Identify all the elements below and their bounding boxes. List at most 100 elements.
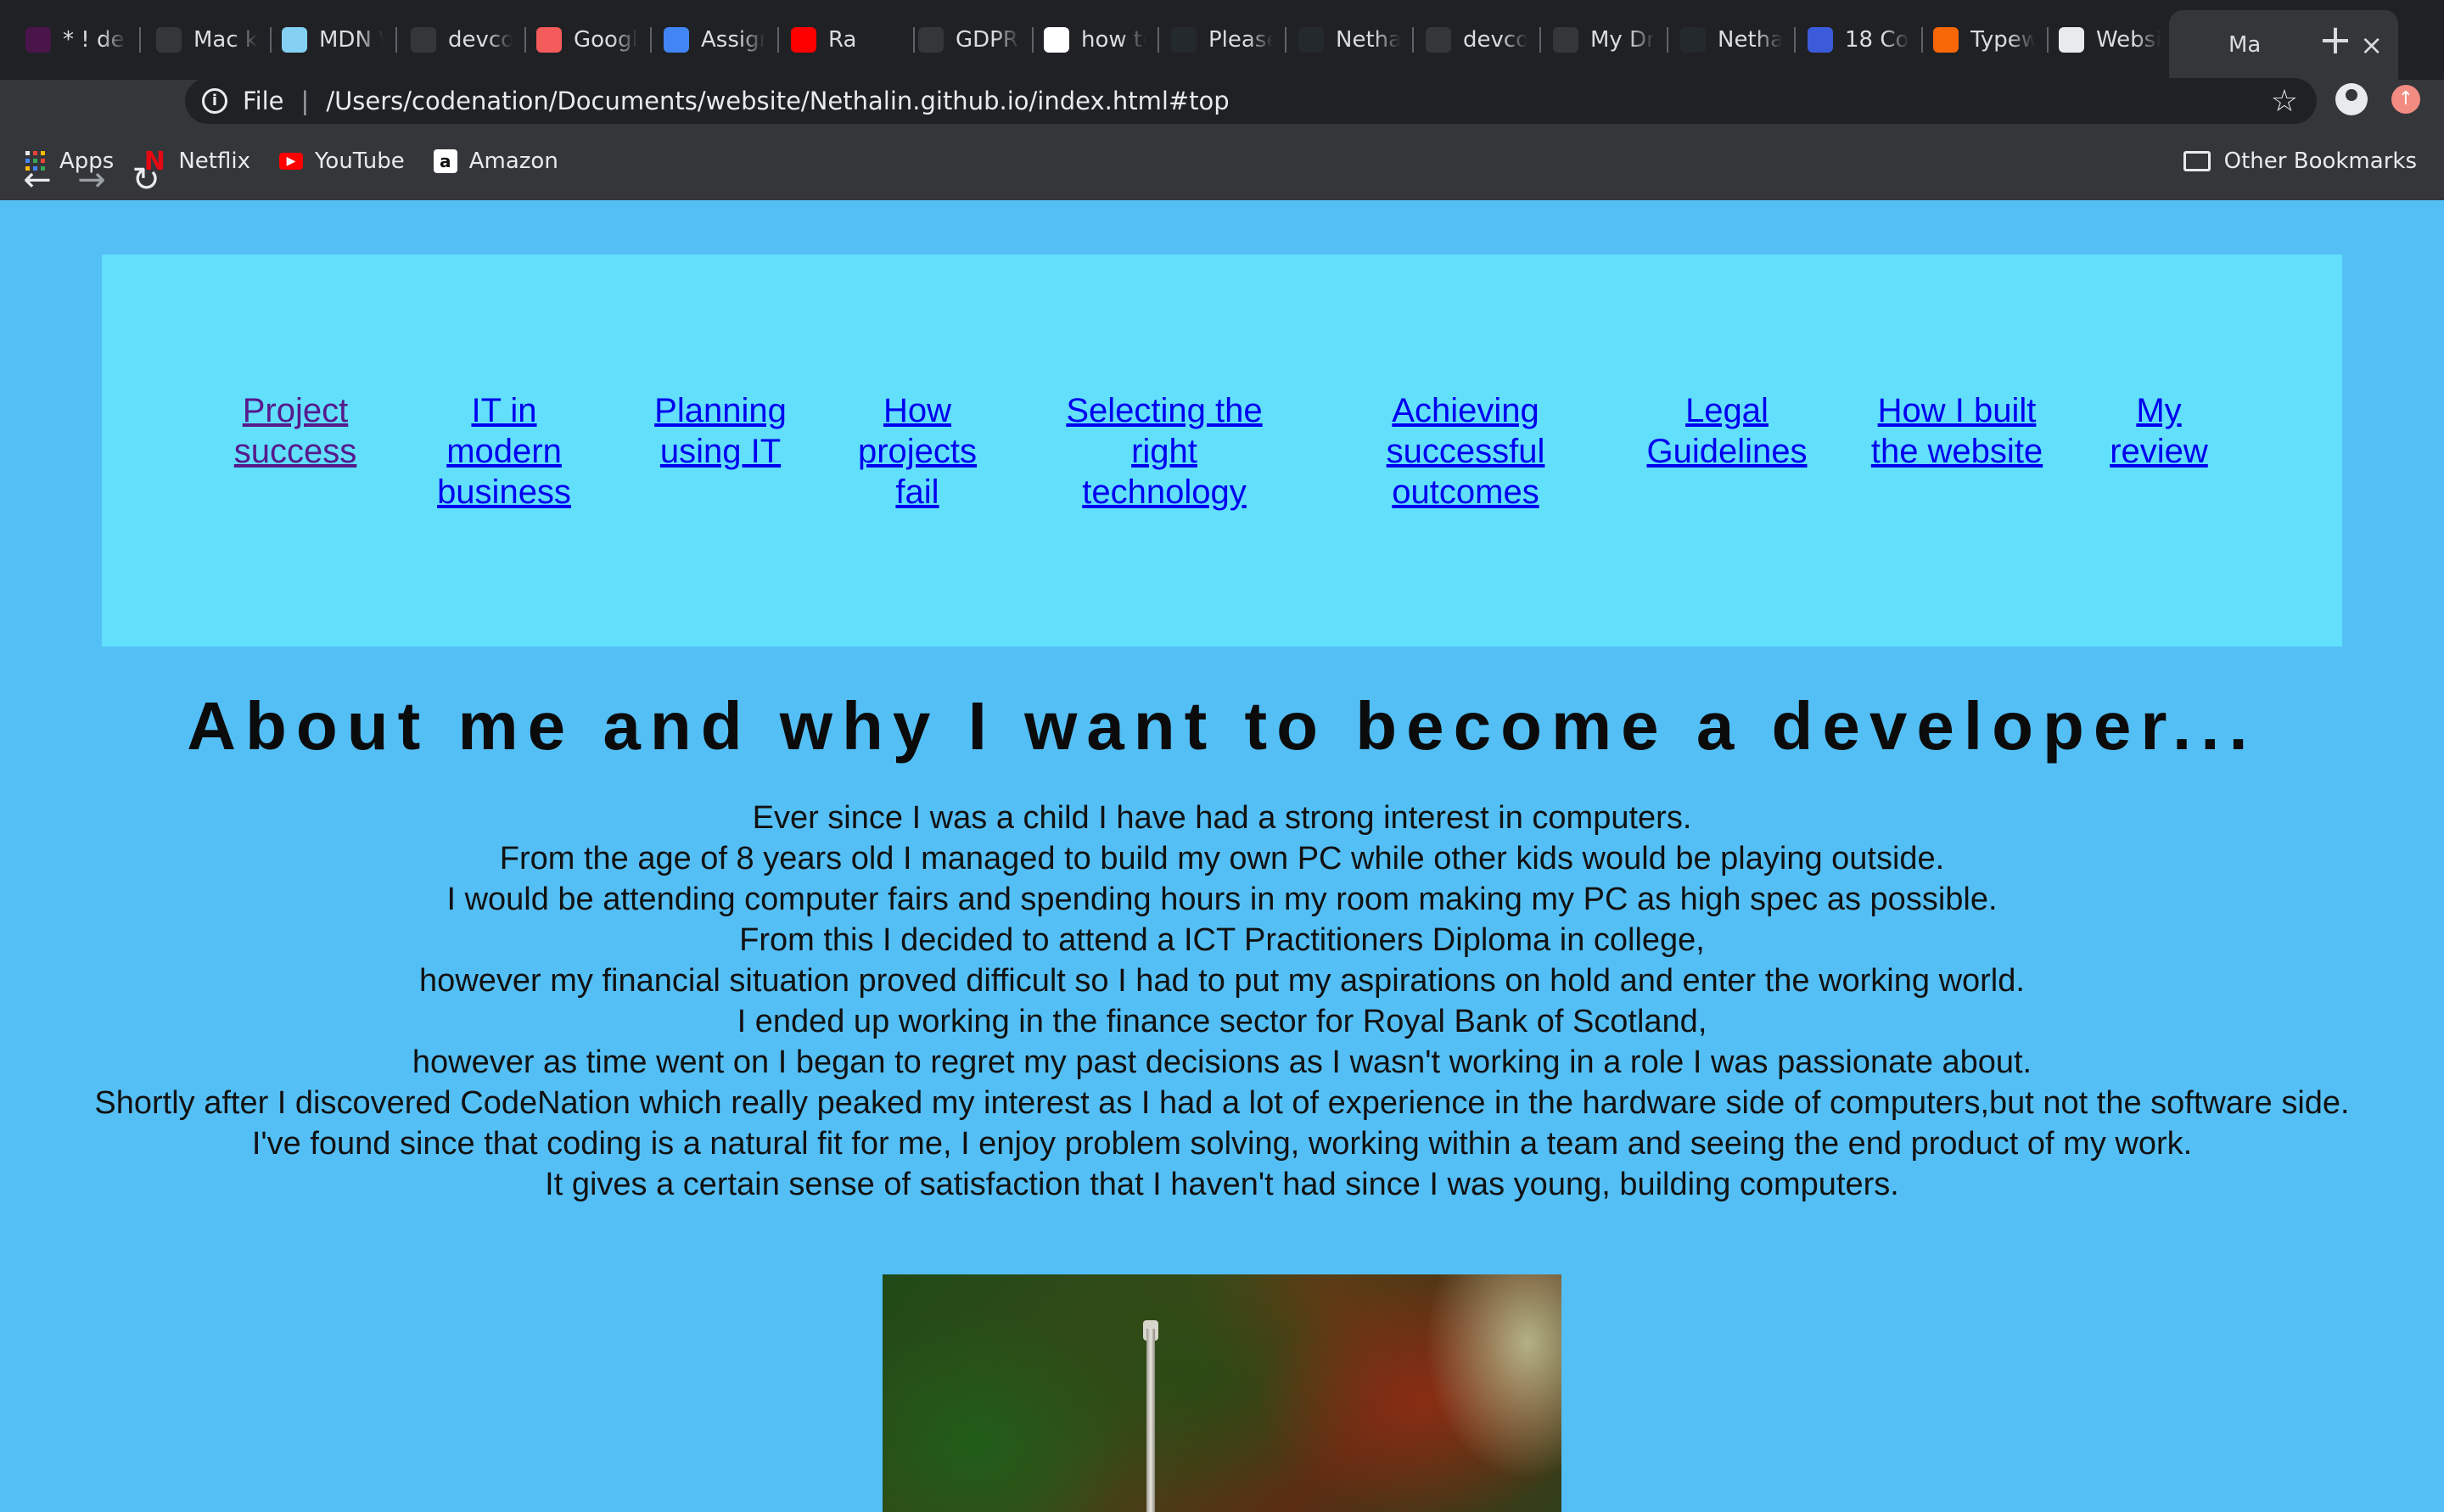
- bookmark-label: Amazon: [468, 148, 558, 174]
- drive-icon: [1553, 27, 1578, 53]
- tab-title: GDPR: [956, 27, 1018, 53]
- browser-tab[interactable]: Netha: [1680, 15, 1782, 64]
- tab-title: Assign: [701, 27, 765, 53]
- nav-link[interactable]: How projects fail: [790, 390, 1045, 512]
- nav-link[interactable]: Achieving successful outcomes: [1338, 390, 1593, 512]
- forms-icon: [536, 27, 562, 53]
- nav-link-line: fail: [895, 473, 939, 511]
- nav-link-line: review: [2110, 433, 2208, 470]
- profile-avatar-icon[interactable]: [2335, 83, 2368, 115]
- about-line: From the age of 8 years old I managed to…: [499, 841, 1945, 876]
- youtube-icon: [791, 27, 816, 53]
- browser-tab[interactable]: Mac k: [156, 15, 258, 64]
- address-bar[interactable]: i File | /Users/codenation/Documents/web…: [185, 78, 2317, 124]
- tiles-icon: [2059, 27, 2084, 53]
- about-line: It gives a certain sense of satisfaction…: [545, 1167, 1899, 1202]
- tab-separator: [2047, 27, 2049, 53]
- tab-title: Typew: [1970, 27, 2035, 53]
- amazon-icon: a: [433, 149, 457, 173]
- bookmark-label: Netflix: [178, 148, 250, 174]
- browser-tab[interactable]: MDN W: [282, 15, 384, 64]
- nav-link[interactable]: Selecting the right technology: [1037, 390, 1292, 512]
- tab-title: devco: [1463, 27, 1528, 53]
- browser-tab[interactable]: how to: [1044, 15, 1146, 64]
- netflix-icon: N: [143, 146, 165, 176]
- url-scheme: File: [243, 87, 284, 115]
- tab-separator: [1921, 27, 1923, 53]
- browser-tab[interactable]: Please: [1171, 15, 1273, 64]
- bookmark-label: YouTube: [314, 148, 405, 174]
- about-line: Ever since I was a child I have had a st…: [752, 800, 1692, 836]
- browser-tab[interactable]: Assign: [664, 15, 765, 64]
- browser-tab[interactable]: My Dr: [1553, 15, 1655, 64]
- bookmark-amazon[interactable]: a Amazon: [433, 148, 558, 174]
- other-bookmarks-label: Other Bookmarks: [2223, 148, 2417, 174]
- other-bookmarks[interactable]: Other Bookmarks: [2183, 148, 2417, 174]
- tab-separator: [650, 27, 652, 53]
- nav-link-line: How: [883, 392, 952, 429]
- browser-tab[interactable]: Googl: [536, 15, 638, 64]
- h-icon: [1808, 27, 1833, 53]
- page-heading: About me and why I want to become a deve…: [187, 688, 2257, 764]
- about-line: however as time went on I began to regre…: [412, 1044, 2032, 1080]
- extension-icon[interactable]: ↑: [2391, 85, 2420, 114]
- about-line: I ended up working in the finance sector…: [737, 1004, 1707, 1039]
- bookmarks-bar: Apps N Netflix ▶ YouTube a Amazon Other …: [0, 136, 2444, 187]
- globe-icon: [1426, 27, 1451, 53]
- tab-title: Websi: [2096, 27, 2161, 53]
- about-line: I've found since that coding is a natura…: [251, 1126, 2193, 1162]
- nav-link-line: Achieving: [1392, 392, 1539, 429]
- browser-tab[interactable]: * ! dev: [25, 15, 127, 64]
- youtube-icon: ▶: [278, 153, 303, 170]
- new-tab-button[interactable]: +: [2317, 19, 2354, 61]
- tab-separator: [139, 27, 141, 53]
- tab-title: Please: [1208, 27, 1273, 53]
- info-icon[interactable]: i: [202, 88, 227, 114]
- browser-tab[interactable]: Netha: [1298, 15, 1400, 64]
- browser-tab[interactable]: Websi: [2059, 15, 2161, 64]
- about-line: I would be attending computer fairs and …: [446, 882, 1998, 917]
- tab-title: Ra: [828, 27, 857, 53]
- tab-separator: [777, 27, 779, 53]
- tab-separator: [913, 27, 915, 53]
- nav-link-line: Legal: [1685, 392, 1769, 429]
- google-icon: [1044, 27, 1069, 53]
- tab-separator: [1667, 27, 1668, 53]
- nav-link-line: successful: [1386, 433, 1545, 470]
- browser-tab[interactable]: Typew: [1933, 15, 2035, 64]
- globe-icon: [918, 27, 944, 53]
- bookmark-netflix[interactable]: N Netflix: [143, 146, 250, 176]
- nav-link-line: My: [2136, 392, 2182, 429]
- browser-tab[interactable]: devco: [1426, 15, 1528, 64]
- globe-icon: [411, 27, 436, 53]
- bookmark-apps[interactable]: Apps: [24, 148, 114, 174]
- nav-link-line: right: [1131, 433, 1197, 470]
- nav-link[interactable]: My review: [2032, 390, 2286, 472]
- typewolf-icon: [1933, 27, 1959, 53]
- tab-separator: [1412, 27, 1414, 53]
- browser-tab[interactable]: devco: [411, 15, 513, 64]
- about-line: however my financial situation proved di…: [419, 963, 2025, 999]
- tab-separator: [270, 27, 272, 53]
- url-text[interactable]: /Users/codenation/Documents/website/Neth…: [326, 87, 1229, 115]
- browser-tab[interactable]: Ma ×: [2169, 10, 2398, 80]
- bookmark-youtube[interactable]: ▶ YouTube: [278, 148, 405, 174]
- folder-icon: [2183, 151, 2211, 171]
- tab-title: Googl: [574, 27, 638, 53]
- photo: [883, 1274, 1561, 1512]
- about-line: Shortly after I discovered CodeNation wh…: [94, 1085, 2350, 1121]
- tab-separator: [395, 27, 397, 53]
- bookmark-star-icon[interactable]: ☆: [2271, 84, 2298, 119]
- tab-separator: [524, 27, 526, 53]
- close-tab-icon[interactable]: ×: [2360, 29, 2383, 61]
- tab-separator: [1285, 27, 1286, 53]
- tab-title: Netha: [1336, 27, 1400, 53]
- browser-tab[interactable]: GDPR: [918, 15, 1020, 64]
- tab-title: * ! dev: [63, 27, 127, 53]
- browser-tab[interactable]: 18 Co: [1808, 15, 1909, 64]
- tab-separator: [1032, 27, 1034, 53]
- browser-tab[interactable]: Ra: [791, 15, 901, 64]
- nav-link[interactable]: Legal Guidelines: [1600, 390, 1854, 472]
- nav-link-line: Guidelines: [1646, 433, 1808, 470]
- apple-icon: [156, 27, 182, 53]
